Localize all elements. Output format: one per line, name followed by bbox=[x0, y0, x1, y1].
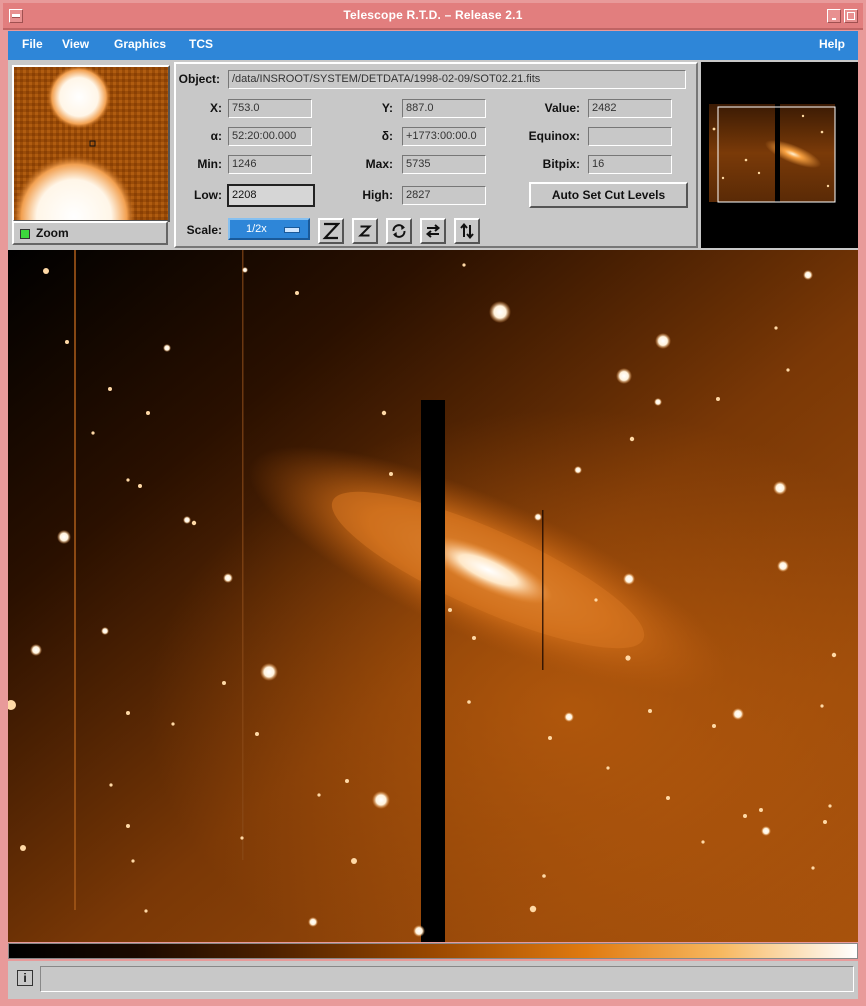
x-field: 753.0 bbox=[228, 99, 312, 118]
title-bar[interactable]: Telescope R.T.D. – Release 2.1 bbox=[3, 3, 863, 30]
rtd-window: Telescope R.T.D. – Release 2.1 File View… bbox=[0, 0, 866, 1006]
option-menu-icon bbox=[284, 227, 300, 233]
zscale-large-button[interactable] bbox=[318, 218, 344, 244]
window-title: Telescope R.T.D. – Release 2.1 bbox=[343, 8, 523, 22]
zoom-out-z-icon bbox=[358, 225, 372, 237]
status-message-area bbox=[40, 966, 854, 992]
zoom-view[interactable] bbox=[12, 65, 170, 222]
min-label: Min: bbox=[197, 157, 222, 171]
galaxy-image bbox=[8, 250, 858, 942]
panner-image bbox=[709, 104, 836, 203]
menu-graphics[interactable]: Graphics bbox=[114, 37, 166, 51]
panner-view[interactable] bbox=[701, 62, 858, 248]
flip-horizontal-icon bbox=[425, 224, 441, 238]
scale-label: Scale: bbox=[186, 223, 222, 237]
object-label: Object: bbox=[178, 72, 220, 86]
equinox-label: Equinox: bbox=[528, 129, 580, 143]
main-image-canvas[interactable] bbox=[8, 250, 858, 942]
status-bar: i bbox=[8, 961, 858, 999]
rotate-icon bbox=[392, 224, 406, 238]
flip-y-button[interactable] bbox=[454, 218, 480, 244]
menu-file[interactable]: File bbox=[22, 37, 43, 51]
control-panel: Zoom Object: /data/INSROOT/SYSTEM/DETDAT… bbox=[8, 60, 858, 250]
max-field: 5735 bbox=[402, 155, 486, 174]
flip-x-button[interactable] bbox=[420, 218, 446, 244]
max-label: Max: bbox=[365, 157, 393, 171]
low-cut-input[interactable]: 2208 bbox=[227, 184, 315, 207]
zoom-indicator-icon bbox=[20, 229, 30, 239]
zoom-label: Zoom bbox=[36, 226, 69, 240]
scale-menu-button[interactable]: 1/2x bbox=[228, 218, 310, 240]
minimize-button[interactable] bbox=[827, 9, 841, 23]
high-cut-input[interactable]: 2827 bbox=[402, 186, 486, 205]
value-field: 2482 bbox=[588, 99, 672, 118]
delta-label: δ: bbox=[381, 129, 393, 143]
x-label: X: bbox=[210, 101, 222, 115]
object-field: /data/INSROOT/SYSTEM/DETDATA/1998-02-09/… bbox=[228, 70, 686, 89]
menu-view[interactable]: View bbox=[62, 37, 89, 51]
bitpix-field: 16 bbox=[588, 155, 672, 174]
maximize-button[interactable] bbox=[844, 9, 858, 23]
auto-set-cut-levels-button[interactable]: Auto Set Cut Levels bbox=[529, 182, 688, 208]
y-field: 887.0 bbox=[402, 99, 486, 118]
y-label: Y: bbox=[381, 101, 393, 115]
scale-value: 1/2x bbox=[246, 223, 267, 235]
bitpix-label: Bitpix: bbox=[542, 157, 580, 171]
low-label: Low: bbox=[194, 188, 222, 202]
image-info-panel: Object: /data/INSROOT/SYSTEM/DETDATA/199… bbox=[174, 62, 698, 248]
menu-help[interactable]: Help bbox=[819, 37, 845, 51]
min-field: 1246 bbox=[228, 155, 312, 174]
value-label: Value: bbox=[544, 101, 580, 115]
menu-tcs[interactable]: TCS bbox=[189, 37, 213, 51]
flip-vertical-icon bbox=[460, 222, 474, 240]
alpha-field: 52:20:00.000 bbox=[228, 127, 312, 146]
menu-bar: File View Graphics TCS Help bbox=[8, 31, 858, 60]
high-label: High: bbox=[362, 188, 393, 202]
alpha-label: α: bbox=[210, 129, 222, 143]
rotate-button[interactable] bbox=[386, 218, 412, 244]
zoom-in-z-icon bbox=[322, 222, 340, 240]
delta-field: +1773:00:00.0 bbox=[402, 127, 486, 146]
zscale-small-button[interactable] bbox=[352, 218, 378, 244]
zoom-toggle-button[interactable]: Zoom bbox=[12, 221, 168, 245]
colormap-bar[interactable] bbox=[8, 943, 858, 959]
equinox-field bbox=[588, 127, 672, 146]
zoom-image bbox=[14, 67, 168, 220]
info-icon[interactable]: i bbox=[17, 970, 33, 986]
